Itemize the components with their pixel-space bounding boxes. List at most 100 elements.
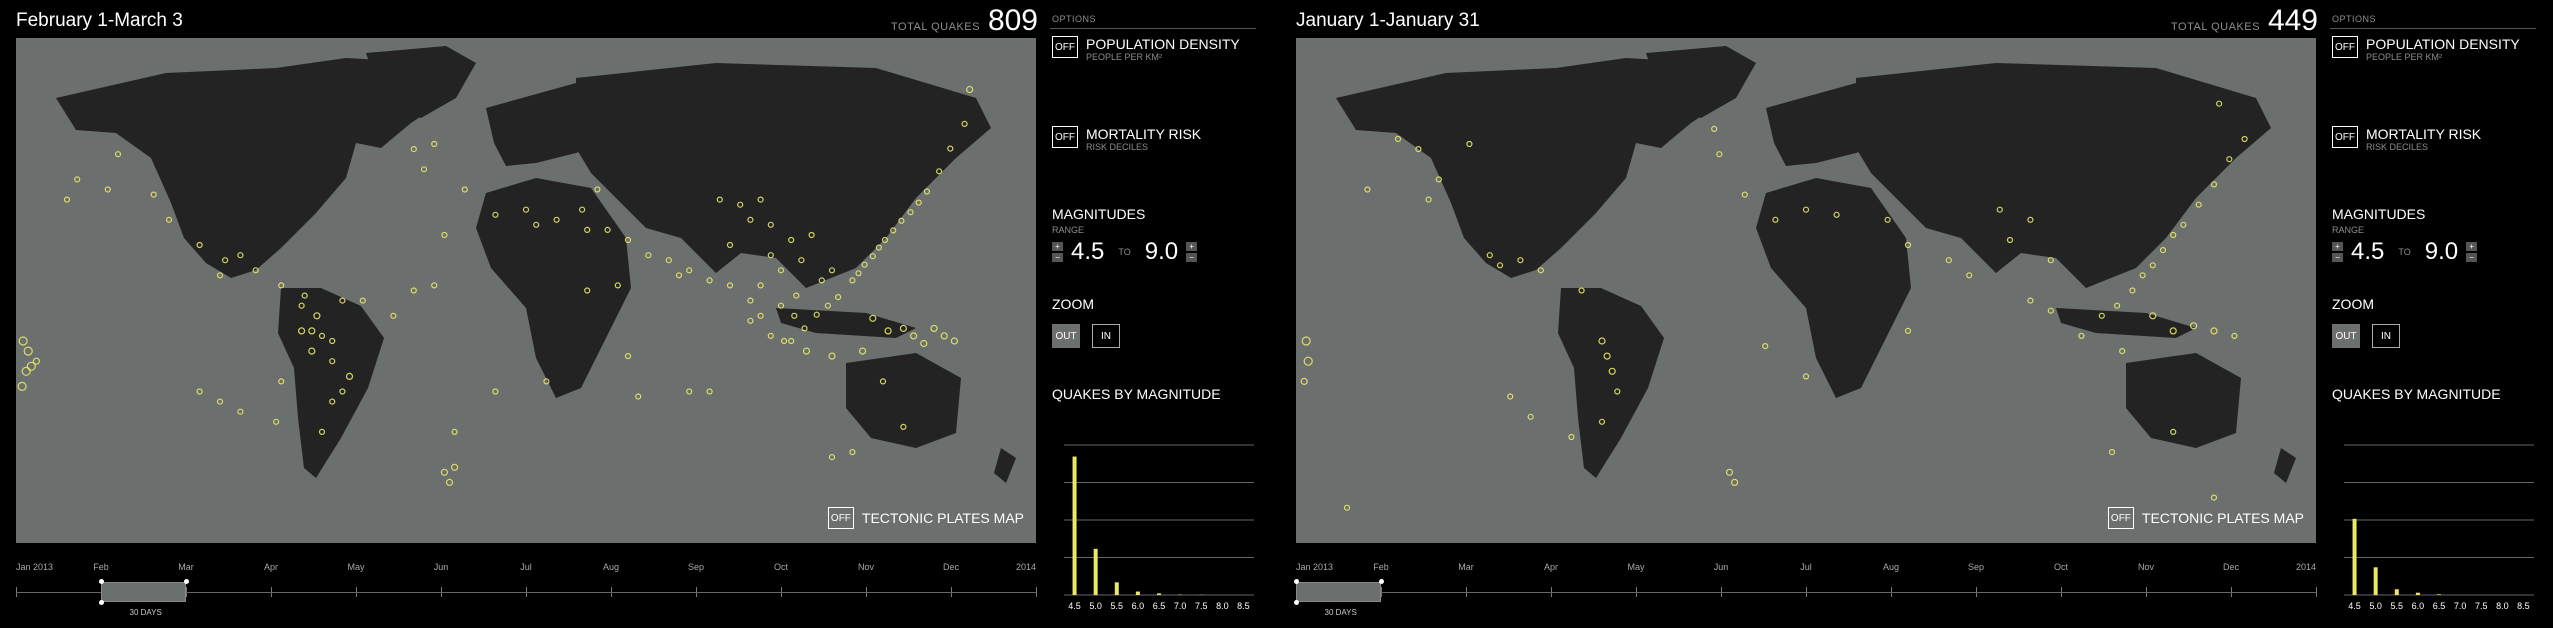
tectonic-plates-toggle[interactable]: OFF TECTONIC PLATES MAP bbox=[2107, 507, 2304, 529]
histogram-bar bbox=[1135, 591, 1140, 595]
total-quakes: TOTAL QUAKES 449 bbox=[2171, 4, 2318, 38]
zoom-out-button[interactable]: OUT bbox=[2332, 324, 2360, 348]
quake-marker bbox=[706, 277, 713, 284]
zoom-controls: OUT IN bbox=[1052, 324, 1120, 348]
quake-marker bbox=[849, 449, 856, 456]
land-asia bbox=[576, 63, 991, 288]
quake-marker bbox=[777, 267, 785, 274]
timeline-selection-window[interactable] bbox=[1296, 582, 1381, 602]
max-increase-button[interactable]: + bbox=[1186, 242, 1198, 251]
max-magnitude-stepper[interactable]: + − bbox=[2466, 242, 2478, 262]
max-magnitude-stepper[interactable]: + − bbox=[1186, 242, 1198, 262]
quake-marker bbox=[920, 339, 928, 348]
quake-marker bbox=[2159, 247, 2167, 254]
quake-marker bbox=[1966, 272, 1973, 279]
timeline-month-label: Jul bbox=[1800, 562, 1812, 572]
mortality-off-button[interactable]: OFF bbox=[1052, 126, 1078, 148]
world-map[interactable]: OFF TECTONIC PLATES MAP bbox=[1296, 38, 2316, 543]
timeline-month-label: Sep bbox=[1967, 562, 1985, 572]
min-magnitude-stepper[interactable]: + − bbox=[2332, 242, 2343, 262]
total-quakes-value: 449 bbox=[2267, 4, 2318, 37]
quake-marker bbox=[2108, 449, 2116, 456]
magnitude-histogram: 4.5 5.0 5.5 6.0 6.5 7.0 7.5 8.0 8.5 bbox=[2344, 444, 2534, 611]
quake-marker bbox=[624, 353, 632, 360]
total-quakes: TOTAL QUAKES 809 bbox=[891, 4, 1038, 38]
timeline-end-handle[interactable] bbox=[1379, 579, 1384, 584]
histogram-tick-label: 8.0 bbox=[1216, 601, 1229, 611]
histogram-tick-label: 7.0 bbox=[1174, 601, 1187, 611]
quake-marker bbox=[21, 366, 31, 376]
options-divider bbox=[2330, 28, 2536, 29]
quake-marker bbox=[2119, 348, 2126, 355]
mortality-risk-option[interactable]: OFF MORTALITY RISK RISK DECILES bbox=[1052, 126, 1201, 153]
population-density-option[interactable]: OFF POPULATION DENSITY PEOPLE PER KM² bbox=[2332, 36, 2520, 63]
min-decrease-button[interactable]: − bbox=[2332, 253, 2343, 262]
timeline-start-handle[interactable] bbox=[99, 600, 104, 605]
mortality-off-button[interactable]: OFF bbox=[2332, 126, 2358, 148]
world-map[interactable]: OFF TECTONIC PLATES MAP bbox=[16, 38, 1036, 543]
zoom-out-button[interactable]: OUT bbox=[1052, 324, 1080, 348]
zoom-in-button[interactable]: IN bbox=[1092, 324, 1120, 348]
screen-left: February 1-March 3 TOTAL QUAKES 809 OFF … bbox=[0, 0, 1270, 628]
population-density-option[interactable]: OFF POPULATION DENSITY PEOPLE PER KM² bbox=[1052, 36, 1240, 63]
quake-marker bbox=[216, 398, 224, 405]
quake-marker bbox=[451, 428, 458, 435]
histogram-tick-label: 6.0 bbox=[1132, 601, 1145, 611]
quake-marker bbox=[747, 317, 754, 324]
histogram-tick-label: 6.5 bbox=[1153, 601, 1166, 611]
population-off-button[interactable]: OFF bbox=[1052, 36, 1078, 58]
zoom-in-button[interactable]: IN bbox=[2372, 324, 2400, 348]
timeline-month-label: Dec bbox=[2222, 562, 2240, 572]
quake-marker bbox=[451, 463, 459, 471]
max-decrease-button[interactable]: − bbox=[2466, 253, 2478, 262]
total-quakes-label: TOTAL QUAKES bbox=[2171, 21, 2260, 33]
quake-marker bbox=[150, 191, 157, 198]
min-increase-button[interactable]: + bbox=[2332, 242, 2343, 251]
quake-marker bbox=[665, 257, 672, 264]
quake-marker bbox=[1716, 151, 1723, 158]
quake-marker bbox=[834, 294, 842, 301]
population-off-button[interactable]: OFF bbox=[2332, 36, 2358, 58]
max-decrease-button[interactable]: − bbox=[1186, 253, 1198, 262]
zoom-controls: OUT IN bbox=[2332, 324, 2400, 348]
options-heading: OPTIONS bbox=[2332, 14, 2377, 24]
quake-marker bbox=[18, 336, 28, 346]
quake-marker bbox=[2139, 272, 2146, 279]
quake-marker bbox=[635, 393, 642, 400]
tectonic-off-button[interactable]: OFF bbox=[2107, 507, 2134, 529]
timeline-start-handle[interactable] bbox=[1294, 600, 1299, 605]
timeline-month-label: May bbox=[347, 562, 365, 572]
min-decrease-button[interactable]: − bbox=[1052, 253, 1063, 262]
min-increase-button[interactable]: + bbox=[1052, 242, 1063, 251]
timeline-selection-window[interactable] bbox=[101, 582, 186, 602]
quake-marker bbox=[278, 378, 285, 385]
tectonic-off-button[interactable]: OFF bbox=[827, 507, 854, 529]
timeline-month-label: Nov bbox=[857, 562, 875, 572]
timeline-end-handle[interactable] bbox=[99, 579, 104, 584]
histogram-bar bbox=[2437, 594, 2441, 595]
zoom-title: ZOOM bbox=[2332, 296, 2374, 312]
quake-marker bbox=[686, 267, 693, 274]
quake-marker bbox=[1904, 327, 1912, 334]
tectonic-plates-toggle[interactable]: OFF TECTONIC PLATES MAP bbox=[827, 507, 1024, 529]
quake-marker bbox=[1945, 257, 1952, 264]
mortality-risk-option[interactable]: OFF MORTALITY RISK RISK DECILES bbox=[2332, 126, 2481, 153]
timeline-month-label: Aug bbox=[602, 562, 620, 572]
mortality-subtitle: RISK DECILES bbox=[1086, 142, 1149, 152]
quake-marker bbox=[675, 272, 683, 279]
histogram-tick-label: 8.0 bbox=[2496, 601, 2509, 611]
timeline-end-handle[interactable] bbox=[184, 579, 189, 584]
timeline-month-label: Mar bbox=[178, 562, 194, 572]
quake-marker bbox=[706, 388, 713, 395]
min-magnitude-stepper[interactable]: + − bbox=[1052, 242, 1063, 262]
timeline-end-handle[interactable] bbox=[1294, 579, 1299, 584]
timeline[interactable]: Jan 2013 Feb Mar Apr May Jun Jul Aug Sep Oct Nov De… bbox=[16, 562, 1037, 622]
range-to-label: TO bbox=[2398, 247, 2411, 257]
max-increase-button[interactable]: + bbox=[2466, 242, 2478, 251]
quake-marker bbox=[2210, 181, 2218, 188]
histogram-tick-label: 7.5 bbox=[1195, 601, 1208, 611]
timeline-month-label: Oct bbox=[773, 562, 789, 572]
quake-marker bbox=[165, 216, 173, 223]
timeline[interactable]: Jan 2013 Feb Mar Apr May Jun Jul Aug Sep Oct Nov De… bbox=[1294, 562, 2317, 622]
tectonic-plates-label: TECTONIC PLATES MAP bbox=[861, 510, 1024, 526]
